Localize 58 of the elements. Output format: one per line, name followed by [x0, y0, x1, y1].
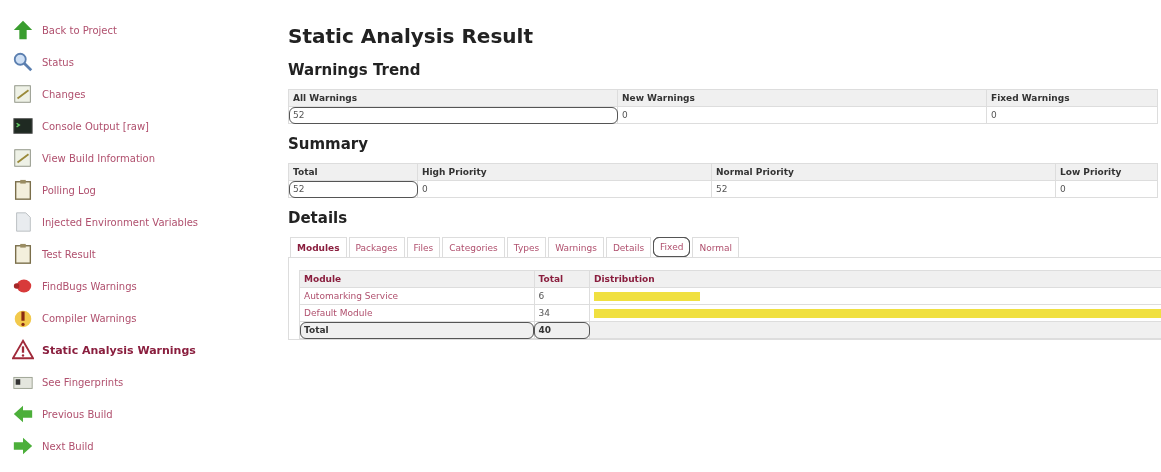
column-header: Module: [299, 270, 535, 288]
sidebar-item[interactable]: Injected Environment Variables: [12, 206, 262, 238]
module-link[interactable]: Default Module: [299, 304, 535, 322]
table-cell: 52: [711, 180, 1056, 198]
terminal-icon: [12, 115, 34, 137]
sidebar-item[interactable]: Changes: [12, 78, 262, 110]
column-header: New Warnings: [617, 89, 987, 107]
column-header: High Priority: [417, 163, 712, 181]
sidebar-item[interactable]: Polling Log: [12, 174, 262, 206]
left-arrow-icon: [12, 403, 34, 425]
table-cell: 0: [417, 180, 712, 198]
tab[interactable]: Warnings: [548, 237, 604, 257]
table-cell: 34: [534, 304, 590, 322]
column-header: Total: [534, 270, 590, 288]
table-cell: 52: [288, 106, 618, 124]
sidebar-item[interactable]: Static Analysis Warnings: [12, 334, 262, 366]
column-header: Distribution: [589, 270, 1161, 288]
table-cell: 6: [534, 287, 590, 305]
tab[interactable]: Files: [406, 237, 441, 257]
tab[interactable]: Modules: [290, 237, 347, 257]
table-cell: 52: [288, 180, 418, 198]
clipboard-icon: [12, 179, 34, 201]
sidebar-item[interactable]: Compiler Warnings: [12, 302, 262, 334]
section-heading: Warnings Trend: [288, 61, 421, 79]
sidebar-item[interactable]: Previous Build: [12, 398, 262, 430]
sidebar-item[interactable]: See Fingerprints: [12, 366, 262, 398]
column-header: Normal Priority: [711, 163, 1056, 181]
up-arrow-icon: [12, 19, 34, 41]
table-cell: 0: [986, 106, 1158, 124]
section-heading: Summary: [288, 135, 369, 153]
table-cell: 0: [617, 106, 987, 124]
column-header: All Warnings: [288, 89, 618, 107]
sidebar-item[interactable]: View Build Information: [12, 142, 262, 174]
sidebar-item[interactable]: FindBugs Warnings: [12, 270, 262, 302]
tab[interactable]: Details: [605, 237, 652, 257]
search-icon: [12, 51, 34, 73]
page-title: Static Analysis Result: [288, 24, 534, 48]
sidebar-item[interactable]: Test Result: [12, 238, 262, 270]
clipboard-icon: [12, 243, 34, 265]
sidebar-item[interactable]: Next Build: [12, 430, 262, 462]
tab[interactable]: Fixed: [653, 237, 691, 257]
sidebar-item[interactable]: Back to Project: [12, 14, 262, 46]
column-header: Total: [288, 163, 418, 181]
section-heading: Details: [288, 209, 348, 227]
column-header: Low Priority: [1055, 163, 1158, 181]
module-link[interactable]: Automarking Service: [299, 287, 535, 305]
tab[interactable]: Types: [506, 237, 547, 257]
warning-icon: [12, 339, 34, 361]
tab[interactable]: Normal: [692, 237, 739, 257]
table-cell: 0: [1055, 180, 1158, 198]
tab[interactable]: Categories: [442, 237, 505, 257]
notepad-icon: [12, 83, 34, 105]
column-header: Fixed Warnings: [986, 89, 1158, 107]
sidebar-item[interactable]: Status: [12, 46, 262, 78]
notepad-icon: [12, 147, 34, 169]
sidebar-item[interactable]: Console Output [raw]: [12, 110, 262, 142]
right-arrow-icon: [12, 435, 34, 457]
tab[interactable]: Packages: [348, 237, 405, 257]
